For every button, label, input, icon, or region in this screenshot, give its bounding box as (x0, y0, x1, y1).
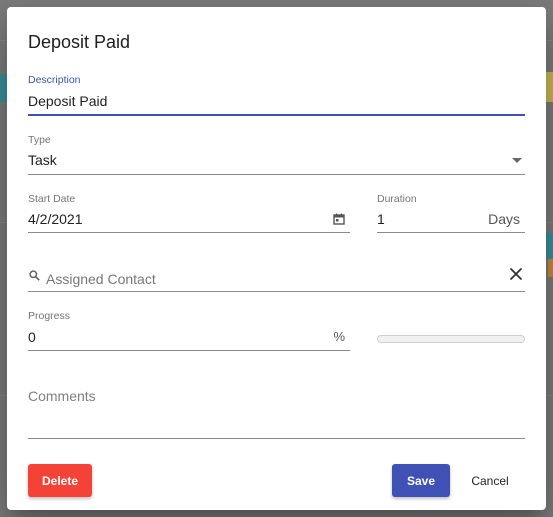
close-icon[interactable] (509, 267, 523, 281)
cancel-button[interactable]: Cancel (462, 464, 518, 497)
progress-field[interactable]: Progress 0 % (28, 310, 350, 351)
duration-unit: Days (488, 211, 520, 227)
progress-value[interactable]: 0 (28, 329, 36, 345)
description-value[interactable]: Deposit Paid (28, 93, 107, 109)
type-value[interactable]: Task (28, 152, 57, 168)
duration-underline (377, 232, 525, 233)
start-date-value[interactable]: 4/2/2021 (28, 211, 83, 227)
progress-unit: % (333, 329, 345, 344)
type-select[interactable]: Type Task (28, 134, 525, 175)
background-event-fragment (0, 74, 7, 102)
duration-value[interactable]: 1 (377, 211, 385, 227)
caret-down-icon[interactable] (512, 158, 522, 163)
save-button[interactable]: Save (392, 464, 450, 497)
start-date-underline (28, 232, 350, 233)
delete-button[interactable]: Delete (28, 464, 92, 497)
start-date-field[interactable]: Start Date 4/2/2021 (28, 193, 350, 233)
type-underline (28, 174, 525, 175)
description-label: Description (28, 74, 81, 86)
start-date-label: Start Date (28, 193, 76, 205)
calendar-icon[interactable] (333, 213, 345, 225)
comments-field[interactable]: Comments (28, 383, 525, 439)
search-icon (29, 270, 40, 281)
progress-bar (377, 335, 525, 343)
dialog-title: Deposit Paid (28, 32, 131, 52)
assigned-contact-placeholder[interactable]: Assigned Contact (46, 271, 156, 287)
background-event-fragment (548, 259, 553, 277)
progress-label: Progress (28, 310, 71, 322)
background-event-fragment (546, 233, 553, 259)
edit-task-dialog: Deposit Paid Description Deposit Paid Ty… (7, 7, 546, 510)
progress-underline (28, 350, 350, 351)
duration-label: Duration (377, 193, 417, 205)
assigned-contact-underline (28, 291, 525, 292)
background-event-fragment (546, 72, 553, 102)
comments-placeholder[interactable]: Comments (28, 388, 96, 404)
duration-field[interactable]: Duration 1 Days (377, 193, 525, 233)
description-underline (28, 114, 525, 116)
type-label: Type (28, 134, 51, 146)
assigned-contact-field[interactable]: Assigned Contact (28, 263, 525, 292)
comments-underline (28, 438, 525, 439)
description-field[interactable]: Description Deposit Paid (28, 74, 525, 116)
